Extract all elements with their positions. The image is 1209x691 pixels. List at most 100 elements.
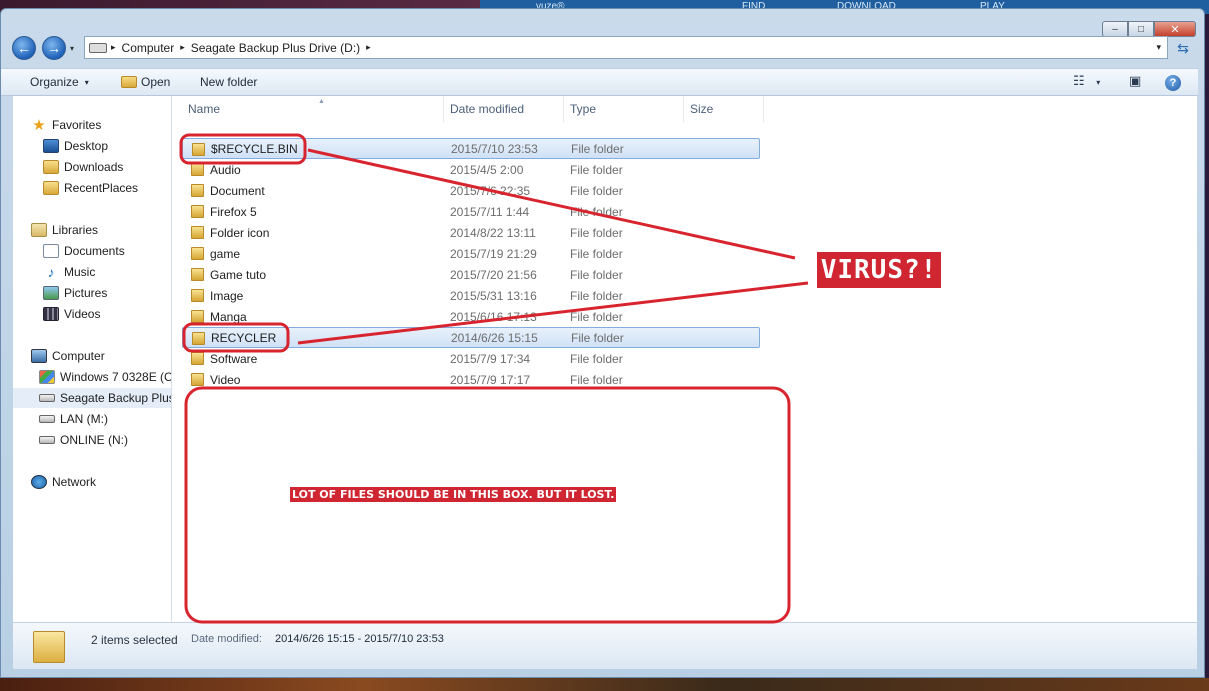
breadcrumb-separator-icon[interactable]: ▸ — [111, 42, 116, 53]
breadcrumb-separator-icon[interactable]: ▸ — [180, 42, 185, 53]
nav-label: Desktop — [64, 139, 109, 153]
refresh-icon: ⇆ — [1177, 39, 1189, 56]
file-list[interactable]: Name ▲ Date modified Type Size $RECYCLE.… — [172, 96, 1197, 622]
back-button[interactable]: ← — [12, 36, 36, 60]
address-dropdown-chevron-icon[interactable]: ▾ — [1156, 42, 1161, 53]
forward-arrow-icon: → — [47, 40, 61, 56]
videos-icon — [43, 307, 59, 321]
table-row[interactable]: Firefox 5 2015/7/11 1:44 File folder — [182, 201, 760, 222]
table-row[interactable]: $RECYCLE.BIN 2015/7/10 23:53 File folder — [182, 138, 760, 159]
column-header-size[interactable]: Size — [684, 96, 764, 122]
folder-icon — [43, 181, 59, 195]
open-button[interactable]: Open — [121, 75, 170, 89]
breadcrumb-drive[interactable]: Seagate Backup Plus Drive (D:) — [191, 41, 360, 55]
table-row[interactable]: Software 2015/7/9 17:34 File folder — [182, 348, 760, 369]
close-button[interactable]: ✕ — [1154, 21, 1196, 37]
address-bar[interactable]: ▸ Computer ▸ Seagate Backup Plus Drive (… — [84, 36, 1168, 59]
lost-files-annotation: LOT OF FILES SHOULD BE IN THIS BOX. BUT … — [290, 487, 617, 502]
recent-pages-chevron-icon[interactable]: ▾ — [70, 44, 74, 53]
nav-label: Favorites — [52, 118, 102, 132]
new-folder-button[interactable]: New folder — [200, 75, 257, 89]
nav-network[interactable]: Network — [31, 472, 171, 492]
nav-label: Music — [64, 265, 96, 279]
folder-icon — [191, 373, 204, 386]
table-row[interactable]: Audio 2015/4/5 2:00 File folder — [182, 159, 760, 180]
file-type: File folder — [570, 288, 623, 303]
organize-button[interactable]: Organize ▾ — [30, 75, 89, 89]
folder-icon — [191, 310, 204, 323]
selection-count: 2 items selected — [91, 633, 178, 647]
nav-computer[interactable]: Computer — [31, 346, 171, 366]
table-row[interactable]: RECYCLER 2014/6/26 15:15 File folder — [182, 327, 760, 348]
table-row[interactable]: Image 2015/5/31 13:16 File folder — [182, 285, 760, 306]
table-row[interactable]: Game tuto 2015/7/20 21:56 File folder — [182, 264, 760, 285]
maximize-button[interactable]: □ — [1128, 21, 1154, 37]
file-name: Document — [210, 183, 265, 198]
open-label: Open — [141, 75, 171, 89]
command-bar: Organize ▾ Open New folder ☷ ▾ ▣ ? — [1, 68, 1198, 96]
file-date: 2015/7/19 21:29 — [450, 246, 537, 261]
file-date: 2014/8/22 13:11 — [450, 225, 536, 240]
nav-documents[interactable]: Documents — [43, 241, 171, 261]
file-date: 2015/7/20 21:56 — [450, 267, 537, 282]
folder-icon — [192, 332, 205, 345]
file-name: Firefox 5 — [210, 204, 257, 219]
nav-label: RecentPlaces — [64, 181, 139, 195]
nav-recentplaces[interactable]: RecentPlaces — [43, 178, 171, 198]
date-modified-label: Date modified: — [191, 633, 262, 645]
nav-label: Downloads — [64, 160, 124, 174]
preview-pane-button[interactable]: ▣ — [1129, 73, 1141, 89]
help-button[interactable]: ? — [1165, 75, 1181, 91]
table-row[interactable]: game 2015/7/19 21:29 File folder — [182, 243, 760, 264]
nav-desktop[interactable]: Desktop — [43, 136, 171, 156]
file-name: Manga — [210, 309, 247, 324]
column-size-label: Size — [690, 102, 714, 116]
column-header-name[interactable]: Name ▲ — [182, 96, 444, 122]
breadcrumb-computer[interactable]: Computer — [122, 41, 175, 55]
virus-annotation: VIRUS?! — [817, 252, 941, 288]
column-header-type[interactable]: Type — [564, 96, 684, 122]
file-type: File folder — [571, 330, 624, 345]
organize-label: Organize — [30, 75, 79, 89]
computer-icon — [31, 349, 47, 363]
file-name: Image — [210, 288, 244, 303]
table-row[interactable]: Document 2015/7/6 22:35 File folder — [182, 180, 760, 201]
selected-folders-icon — [33, 631, 65, 663]
forward-button[interactable]: → — [42, 36, 66, 60]
refresh-button[interactable]: ⇆ — [1172, 38, 1194, 58]
nav-drive-c[interactable]: Windows 7 0328E (C — [39, 367, 171, 387]
nav-favorites[interactable]: ★ Favorites — [31, 115, 171, 135]
change-view-button[interactable]: ☷ ▾ — [1073, 73, 1100, 89]
pictures-icon — [43, 286, 59, 300]
nav-drive-m[interactable]: LAN (M:) — [39, 409, 171, 429]
column-header-date[interactable]: Date modified — [444, 96, 564, 122]
nav-drive-d[interactable]: Seagate Backup Plus — [13, 388, 171, 408]
file-date: 2014/6/26 15:15 — [451, 330, 538, 345]
folder-icon — [191, 226, 204, 239]
music-icon: ♪ — [47, 264, 55, 280]
nav-libraries[interactable]: Libraries — [31, 220, 171, 240]
table-row[interactable]: Manga 2015/6/16 17:13 File folder — [182, 306, 760, 327]
file-type: File folder — [570, 246, 623, 261]
back-arrow-icon: ← — [17, 40, 31, 56]
table-row[interactable]: Video 2015/7/9 17:17 File folder — [182, 369, 760, 390]
preview-pane-icon: ▣ — [1129, 73, 1142, 88]
nav-pictures[interactable]: Pictures — [43, 283, 171, 303]
nav-music[interactable]: ♪ Music — [43, 262, 171, 282]
drive-icon — [89, 42, 107, 53]
nav-drive-n[interactable]: ONLINE (N:) — [39, 430, 171, 450]
table-row[interactable]: Folder icon 2014/8/22 13:11 File folder — [182, 222, 760, 243]
folder-icon — [191, 247, 204, 260]
breadcrumb-separator-icon[interactable]: ▸ — [366, 42, 371, 53]
network-drive-icon — [39, 415, 55, 423]
folder-icon — [192, 143, 205, 156]
file-date: 2015/7/11 1:44 — [450, 204, 530, 219]
nav-videos[interactable]: Videos — [43, 304, 171, 324]
nav-downloads[interactable]: Downloads — [43, 157, 171, 177]
star-icon: ★ — [32, 117, 46, 134]
file-name: RECYCLER — [211, 330, 277, 345]
organize-chevron-down-icon: ▾ — [84, 77, 89, 87]
nav-label: Computer — [52, 349, 105, 363]
minimize-button[interactable]: – — [1102, 21, 1128, 37]
file-date: 2015/5/31 13:16 — [450, 288, 537, 303]
